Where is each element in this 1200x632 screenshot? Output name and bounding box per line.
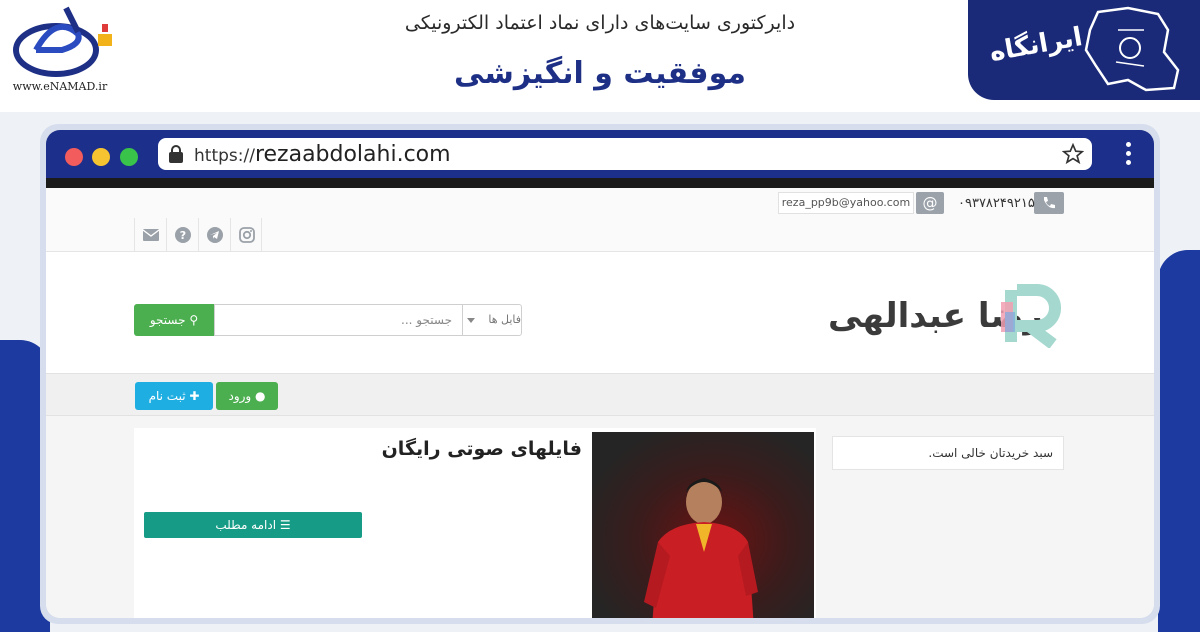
url-protocol: https:// bbox=[194, 146, 255, 166]
login-button-label: ورود bbox=[228, 389, 252, 403]
read-more-button[interactable]: ☰ ادامه مطلب bbox=[144, 512, 362, 538]
email-address: reza_pp9b@yahoo.com bbox=[778, 192, 914, 214]
social-links: ? bbox=[134, 218, 264, 252]
bookmark-star-icon[interactable] bbox=[1062, 143, 1084, 165]
browser-toolbar: https://rezaabdolahi.com bbox=[46, 130, 1154, 178]
address-bar[interactable]: https://rezaabdolahi.com bbox=[158, 138, 1092, 170]
site-logo-r-icon[interactable] bbox=[1001, 282, 1063, 348]
irangah-logo[interactable]: ایرانگاه bbox=[968, 0, 1200, 100]
person-photo-icon bbox=[644, 478, 758, 618]
site-top-bar bbox=[46, 178, 1154, 188]
phone-number: ۰۹۳۷۸۲۴۹۲۱۵ bbox=[958, 196, 1035, 211]
phone-icon bbox=[1034, 192, 1064, 214]
question-icon[interactable]: ? bbox=[166, 218, 198, 252]
enamad-logo-icon bbox=[13, 6, 112, 77]
chevron-down-icon bbox=[467, 318, 475, 323]
search-button-label: جستجو bbox=[149, 313, 186, 327]
minimize-window-button[interactable] bbox=[92, 148, 110, 166]
login-button[interactable]: ● ورود bbox=[216, 382, 278, 410]
mail-icon[interactable] bbox=[134, 218, 166, 252]
url-text[interactable]: https://rezaabdolahi.com bbox=[194, 142, 451, 167]
user-icon: ● bbox=[251, 389, 266, 403]
website-content: ۰۹۳۷۸۲۴۹۲۱۵ @ reza_pp9b@yahoo.com ? ⚲ جس… bbox=[46, 178, 1154, 618]
contact-strip: ۰۹۳۷۸۲۴۹۲۱۵ @ reza_pp9b@yahoo.com ? bbox=[46, 188, 1154, 252]
banner-subtitle: دایرکتوری سایت‌های دارای نماد اعتماد الک… bbox=[404, 12, 796, 34]
background-decoration-right bbox=[1158, 250, 1200, 632]
search-category-value: فایل ها bbox=[488, 313, 521, 326]
register-button-label: ثبت نام bbox=[148, 389, 186, 403]
list-icon: ☰ bbox=[276, 518, 291, 532]
banner-title: موفقیت و انگیزشی bbox=[454, 56, 746, 91]
directory-banner: www.eNAMAD.ir دایرکتوری سایت‌های دارای ن… bbox=[0, 0, 1200, 112]
telegram-icon[interactable] bbox=[198, 218, 230, 252]
url-domain: rezaabdolahi.com bbox=[254, 142, 451, 167]
browser-menu-icon[interactable] bbox=[1124, 142, 1132, 168]
post-title[interactable]: فایلهای صوتی رایگان bbox=[334, 438, 582, 460]
add-user-icon: ✚ bbox=[185, 389, 200, 403]
register-button[interactable]: ✚ ثبت نام bbox=[135, 382, 213, 410]
svg-text:?: ? bbox=[180, 229, 186, 242]
enamad-url[interactable]: www.eNAMAD.ir bbox=[4, 80, 116, 93]
search-input[interactable]: جستجو ... bbox=[214, 304, 462, 336]
browser-viewport: https://rezaabdolahi.com ۰۹۳۷۸۲۴۹۲۱۵ @ r… bbox=[46, 130, 1154, 618]
search-icon: ⚲ bbox=[185, 313, 199, 327]
read-more-label: ادامه مطلب bbox=[215, 518, 277, 532]
lock-icon bbox=[169, 145, 183, 163]
browser-window: https://rezaabdolahi.com ۰۹۳۷۸۲۴۹۲۱۵ @ r… bbox=[40, 124, 1160, 624]
search-category-select[interactable]: فایل ها bbox=[462, 304, 522, 336]
close-window-button[interactable] bbox=[65, 148, 83, 166]
site-navbar: ✚ ثبت نام ● ورود bbox=[46, 374, 1154, 416]
instagram-icon[interactable] bbox=[230, 218, 262, 252]
post-image[interactable] bbox=[592, 432, 814, 618]
site-header: ⚲ جستجو جستجو ... فایل ها رضا عبدالهی bbox=[46, 252, 1154, 374]
maximize-window-button[interactable] bbox=[120, 148, 138, 166]
at-icon: @ bbox=[916, 192, 944, 214]
cart-status: سبد خریدتان خالی است. bbox=[832, 436, 1064, 470]
search-button[interactable]: ⚲ جستجو bbox=[134, 304, 214, 336]
post-card: فایلهای صوتی رایگان ☰ ادامه مطلب bbox=[134, 428, 816, 618]
